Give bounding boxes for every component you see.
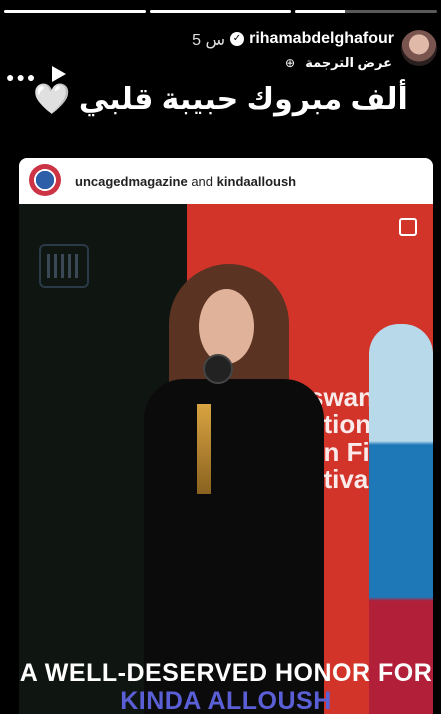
account-name: uncagedmagazine <box>75 174 188 189</box>
woman-face <box>199 289 254 364</box>
story-caption: ألف مبروك حبيبة قلبي 🤍 <box>33 83 408 116</box>
microphone <box>203 354 233 384</box>
story-progress-bar <box>4 10 438 13</box>
multi-post-icon <box>399 218 417 236</box>
shared-post-accounts: uncagedmagazine and kindaalloush <box>75 174 296 189</box>
username[interactable]: rihamabdelghafour <box>249 30 394 48</box>
progress-segment <box>295 10 438 13</box>
timestamp: 5 س <box>192 32 225 49</box>
trophy <box>197 404 211 494</box>
overlay-name: KINDA ALLOUSH <box>120 687 332 714</box>
story-header: rihamabdelghafour ✓ 5 س ⊕ عرض الترجمة ●●… <box>0 26 441 85</box>
progress-segment <box>4 10 146 13</box>
second-woman <box>369 324 433 714</box>
globe-icon: ⊕ <box>284 56 295 70</box>
see-translation-link[interactable]: عرض الترجمة <box>305 55 392 71</box>
post-photo: swan ational en Film stival A WELL-DESER… <box>19 204 433 714</box>
and-text: and <box>191 174 214 189</box>
shared-post-header: uncagedmagazine and kindaalloush <box>19 158 433 204</box>
shared-post-card[interactable]: uncagedmagazine and kindaalloush swan at… <box>19 158 433 714</box>
overlay-headline: A WELL-DESERVED HONOR FOR <box>19 659 433 687</box>
collab-account-name: kindaalloush <box>216 174 297 189</box>
magazine-logo-icon <box>39 244 89 288</box>
verified-icon: ✓ <box>230 32 244 46</box>
play-icon[interactable] <box>52 66 66 82</box>
progress-segment <box>149 10 292 13</box>
avatar[interactable] <box>401 30 437 66</box>
shared-post-avatar <box>29 164 61 196</box>
